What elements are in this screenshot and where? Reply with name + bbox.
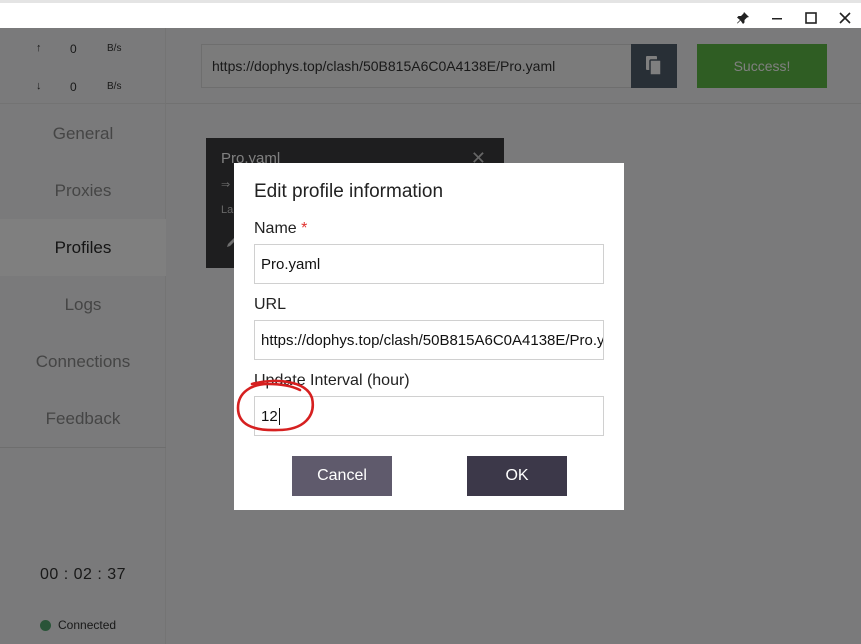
name-label-text: Name [254, 220, 297, 237]
url-label: URL [254, 296, 287, 313]
name-field[interactable]: Pro.yaml [254, 244, 604, 284]
maximize-icon[interactable] [796, 6, 826, 30]
minimize-icon[interactable] [762, 6, 792, 30]
name-label: Name * [254, 220, 307, 238]
interval-label: Update Interval (hour) [254, 372, 410, 389]
url-field[interactable]: https://dophys.top/clash/50B815A6C0A4138… [254, 320, 604, 360]
close-icon[interactable] [830, 6, 860, 30]
name-field-value: Pro.yaml [261, 255, 321, 273]
ok-button[interactable]: OK [467, 456, 567, 496]
text-caret [278, 407, 280, 425]
required-marker: * [301, 220, 308, 237]
edit-profile-dialog: Edit profile information Name * Pro.yaml… [234, 163, 624, 510]
dialog-title: Edit profile information [254, 181, 444, 202]
title-bar [0, 0, 861, 28]
pin-icon[interactable] [728, 6, 758, 30]
cancel-button[interactable]: Cancel [292, 456, 392, 496]
interval-field[interactable]: 12 [254, 396, 604, 436]
interval-field-value: 12 [261, 407, 278, 425]
url-field-value: https://dophys.top/clash/50B815A6C0A4138… [261, 331, 604, 349]
